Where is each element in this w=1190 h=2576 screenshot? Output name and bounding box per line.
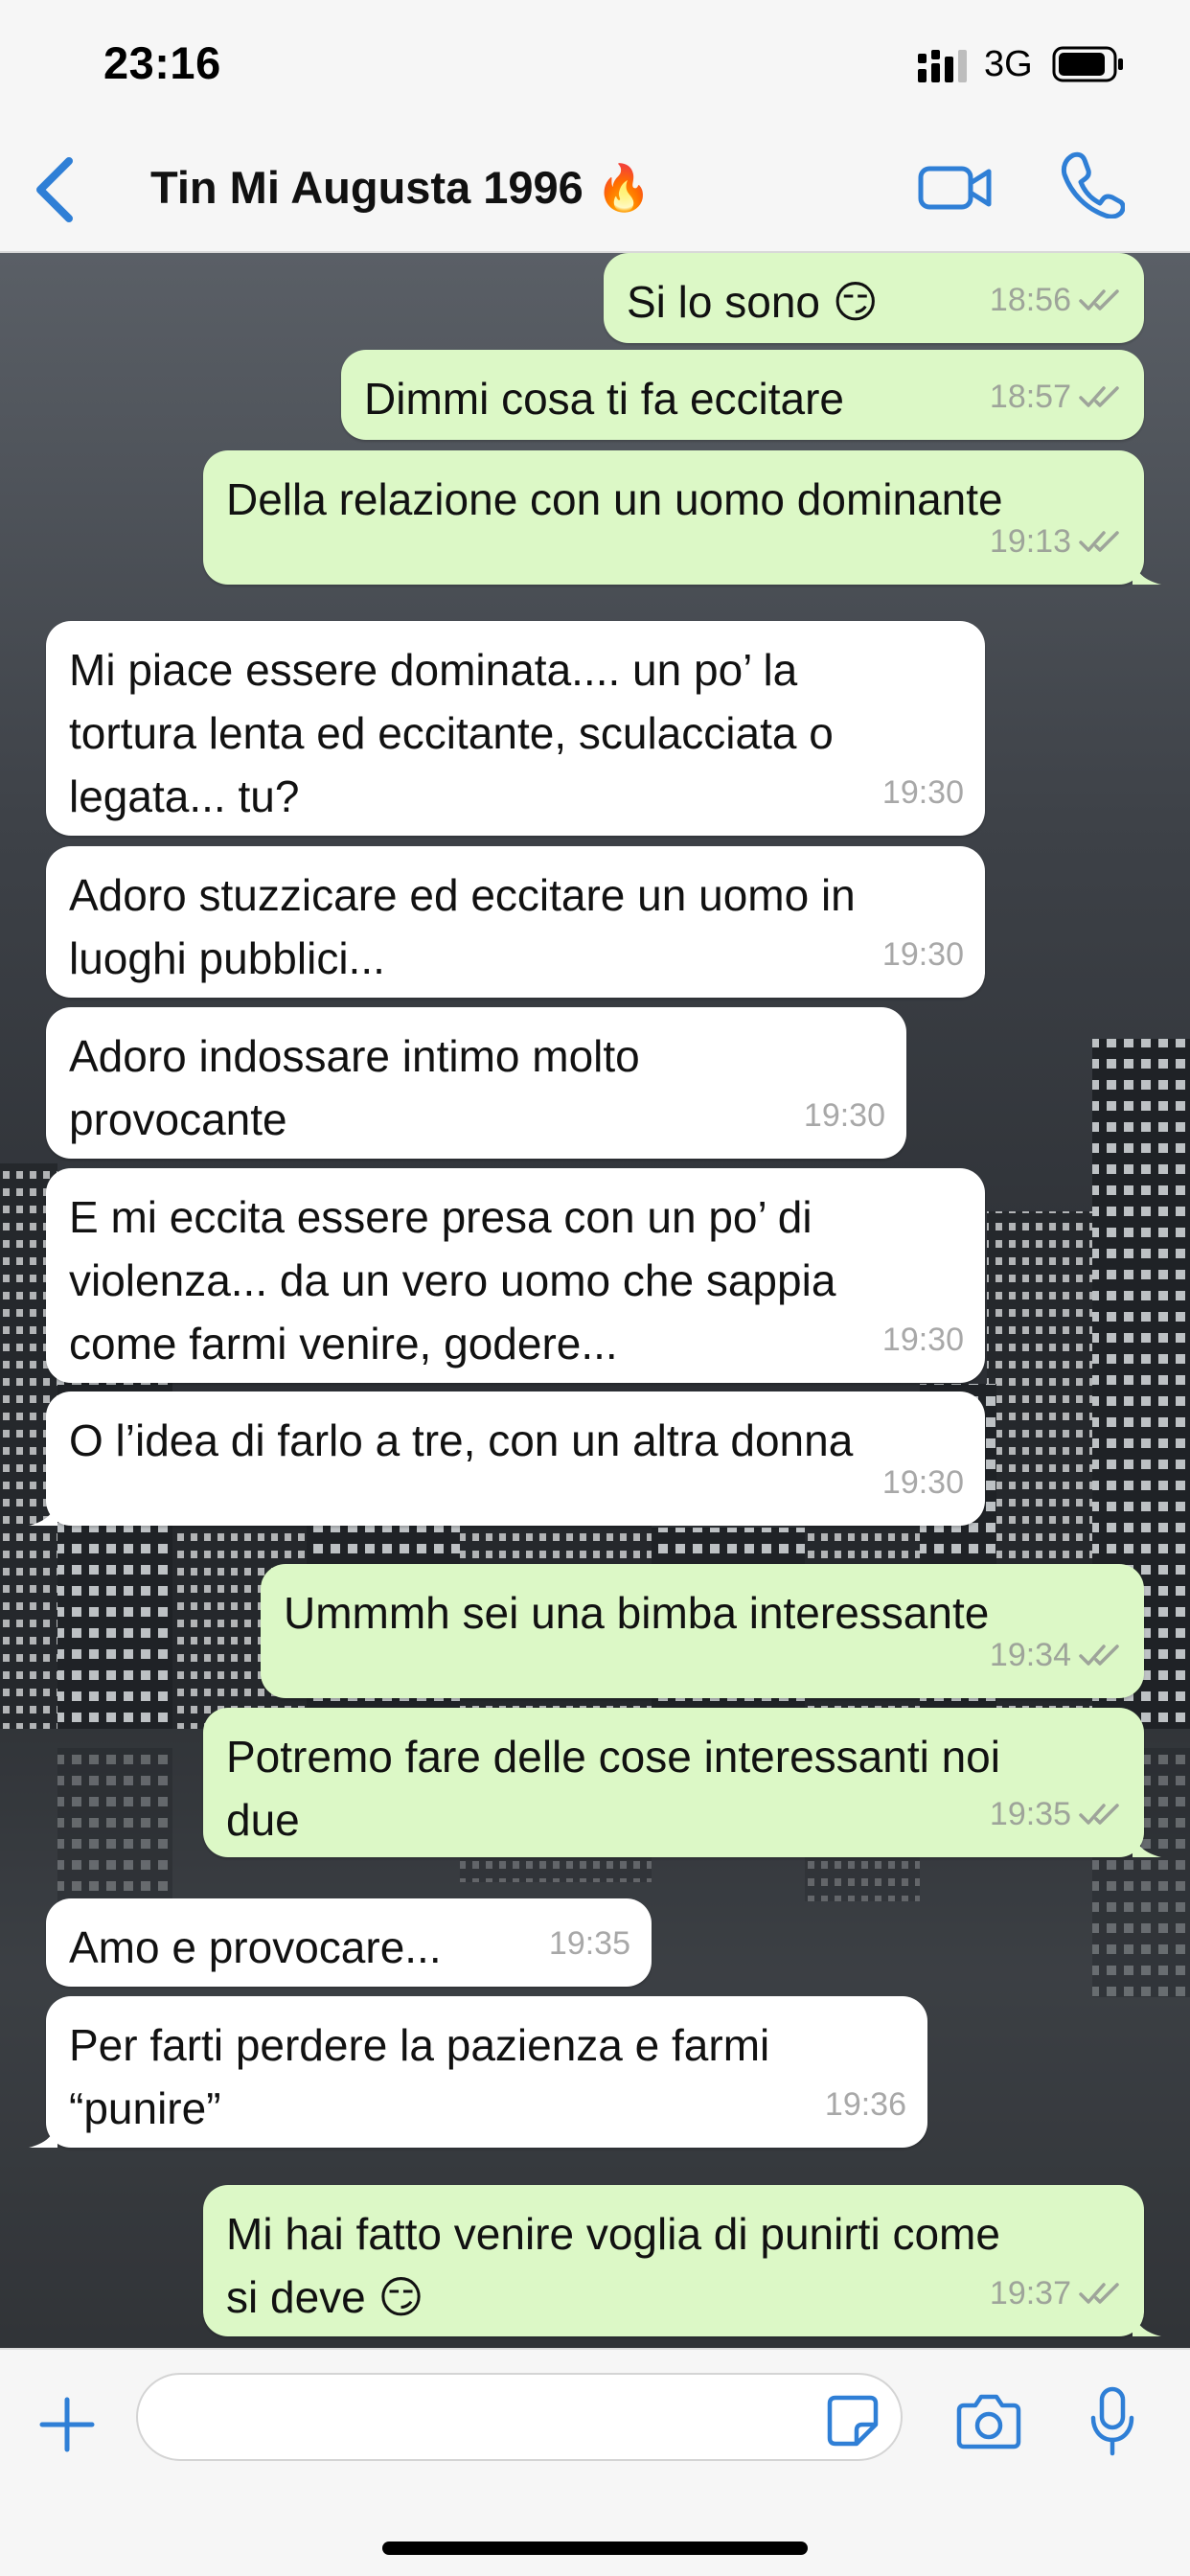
message-bubble-outgoing[interactable]: Della relazione con un uomo dominante 19:… xyxy=(203,450,1161,585)
message-text: Potremo fare delle cose interessanti noi… xyxy=(226,1732,1000,1845)
double-check-icon xyxy=(1079,2283,1119,2304)
message-bubble-outgoing[interactable]: Potremo fare delle cose interessanti noi… xyxy=(203,1708,1161,1857)
message-bubble-incoming[interactable]: Mi piace essere dominata.... un po’ la t… xyxy=(46,621,985,836)
bubble-tail xyxy=(1133,1828,1161,1857)
double-check-icon xyxy=(1079,386,1119,407)
message-text: Adoro stuzzicare ed eccitare un uomo in … xyxy=(69,870,856,983)
message-bubble-outgoing[interactable]: Mi hai fatto venire voglia di punirti co… xyxy=(203,2185,1161,2336)
bubble-tail xyxy=(29,1497,57,1526)
message-bubble-incoming[interactable]: O l’idea di farlo a tre, con un altra do… xyxy=(29,1392,985,1526)
bubble-tail xyxy=(29,2119,57,2148)
chevron-left-icon[interactable] xyxy=(33,155,77,224)
message-meta: 19:30 xyxy=(804,1084,885,1147)
message-time: 19:34 xyxy=(989,1637,1071,1673)
message-bubble-incoming[interactable]: Per farti perdere la pazienza e farmi “p… xyxy=(29,1996,927,2148)
bubble-tail xyxy=(1133,556,1161,585)
double-check-icon xyxy=(1079,531,1119,552)
message-input[interactable] xyxy=(136,2373,903,2461)
message-bubble-incoming[interactable]: Adoro stuzzicare ed eccitare un uomo in … xyxy=(46,846,985,998)
message-time: 18:56 xyxy=(989,282,1071,318)
microphone-icon[interactable] xyxy=(1088,2386,1136,2457)
message-time: 19:30 xyxy=(881,936,964,973)
message-meta: 19:13 xyxy=(990,510,1123,573)
message-text: Adoro indossare intimo molto provocante xyxy=(69,1031,640,1144)
message-bubble-incoming[interactable]: Amo e provocare... 19:35 xyxy=(46,1898,652,1987)
message-text: Per farti perdere la pazienza e farmi “p… xyxy=(69,2020,770,2133)
message-meta: 19:30 xyxy=(882,1308,964,1371)
message-text: Amo e provocare... xyxy=(69,1922,442,1972)
network-type: 3G xyxy=(984,44,1033,84)
message-text: Della relazione con un uomo dominante xyxy=(226,474,1003,524)
sticker-icon[interactable] xyxy=(826,2394,880,2448)
message-meta: 18:57 xyxy=(990,365,1123,428)
message-bubble-outgoing[interactable]: Si lo sono 😏 18:56 xyxy=(604,253,1144,343)
phone-icon[interactable] xyxy=(1060,151,1125,218)
plus-icon[interactable] xyxy=(38,2396,96,2453)
message-meta: 19:30 xyxy=(882,1451,964,1514)
signal-strength-icon xyxy=(918,50,967,82)
status-bar: 23:16 3G xyxy=(0,0,1190,125)
video-camera-icon[interactable] xyxy=(918,157,993,217)
home-indicator[interactable] xyxy=(382,2542,808,2555)
message-meta: 19:35 xyxy=(549,1912,630,1975)
message-meta: 19:34 xyxy=(990,1623,1123,1687)
message-meta: 19:36 xyxy=(825,2073,906,2136)
chat-background[interactable]: Si lo sono 😏 18:56 Dimmi cosa ti fa eccita… xyxy=(0,253,1190,2348)
message-bubble-outgoing[interactable]: Dimmi cosa ti fa eccitare 18:57 xyxy=(341,350,1144,440)
message-time: 19:30 xyxy=(803,1097,885,1134)
status-time: 23:16 xyxy=(103,37,221,88)
message-time: 19:35 xyxy=(989,1796,1071,1832)
message-time: 19:37 xyxy=(989,2275,1071,2312)
message-time: 19:35 xyxy=(548,1925,630,1962)
message-time: 19:30 xyxy=(881,1322,964,1358)
message-meta: 19:37 xyxy=(990,2262,1123,2325)
message-text: O l’idea di farlo a tre, con un altra do… xyxy=(69,1415,854,1465)
message-text: Mi piace essere dominata.... un po’ la t… xyxy=(69,645,834,821)
message-time: 19:36 xyxy=(824,2086,906,2123)
message-text: E mi eccita essere presa con un po’ di v… xyxy=(69,1192,836,1368)
bubble-tail xyxy=(1133,2308,1161,2336)
message-meta: 19:30 xyxy=(882,761,964,824)
message-meta: 18:56 xyxy=(990,268,1123,332)
composer-bar xyxy=(0,2348,1190,2576)
message-bubble-incoming[interactable]: E mi eccita essere presa con un po’ di v… xyxy=(46,1168,985,1383)
camera-icon[interactable] xyxy=(956,2392,1021,2450)
double-check-icon xyxy=(1079,1644,1119,1666)
message-meta: 19:30 xyxy=(882,923,964,986)
message-time: 19:13 xyxy=(989,523,1071,560)
chat-header: Tin Mi Augusta 1996 🔥 xyxy=(0,125,1190,253)
message-meta: 19:35 xyxy=(990,1782,1123,1846)
message-text: Mi hai fatto venire voglia di punirti co… xyxy=(226,2209,1000,2322)
contact-name[interactable]: Tin Mi Augusta 1996 🔥 xyxy=(150,161,652,215)
message-bubble-incoming[interactable]: Adoro indossare intimo molto provocante 1… xyxy=(46,1007,906,1159)
double-check-icon xyxy=(1079,1804,1119,1825)
message-time: 19:30 xyxy=(881,774,964,811)
message-time: 18:57 xyxy=(989,379,1071,415)
double-check-icon xyxy=(1079,289,1119,310)
battery-icon xyxy=(1052,46,1123,82)
message-time: 19:30 xyxy=(881,1464,964,1501)
message-bubble-outgoing[interactable]: Ummmh sei una bimba interessante 19:34 xyxy=(261,1564,1144,1698)
